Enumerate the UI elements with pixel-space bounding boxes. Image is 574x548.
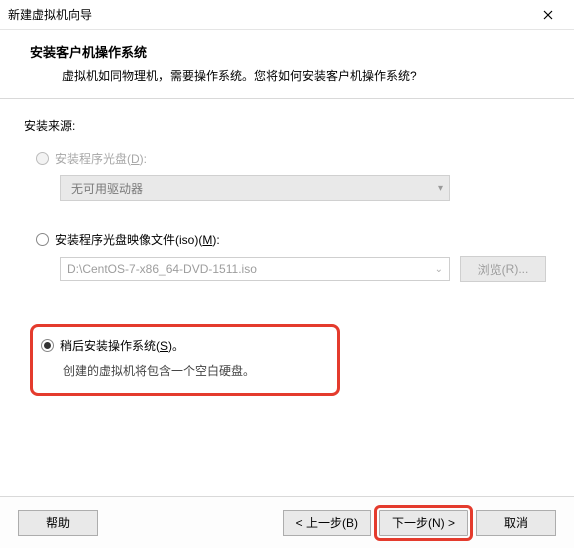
close-icon	[543, 10, 553, 20]
window-title: 新建虚拟机向导	[8, 6, 92, 23]
option-install-later[interactable]: 稍后安装操作系统(S)。	[41, 337, 323, 354]
page-heading: 安装客户机操作系统	[30, 42, 550, 61]
highlighted-option: 稍后安装操作系统(S)。 创建的虚拟机将包含一个空白硬盘。	[30, 324, 340, 396]
help-button[interactable]: 帮助	[18, 510, 98, 536]
chevron-down-icon: ⌄	[435, 264, 443, 275]
iso-path-value: D:\CentOS-7-x86_64-DVD-1511.iso	[67, 262, 257, 276]
radio-installer-disc	[36, 152, 49, 165]
radio-install-later[interactable]	[41, 339, 54, 352]
wizard-body: 安装来源: 安装程序光盘(D): 无可用驱动器 ▾ 安装程序光盘映像文件(iso…	[0, 99, 574, 396]
option-install-later-label: 稍后安装操作系统(S)。	[60, 337, 184, 354]
close-button[interactable]	[528, 1, 568, 29]
iso-path-input: D:\CentOS-7-x86_64-DVD-1511.iso ⌄	[60, 257, 450, 281]
next-button[interactable]: 下一步(N) >	[379, 510, 468, 536]
install-source-label: 安装来源:	[24, 117, 550, 134]
wizard-footer: 帮助 < 上一步(B) 下一步(N) > 取消	[0, 496, 574, 548]
back-button[interactable]: < 上一步(B)	[283, 510, 371, 536]
cancel-button[interactable]: 取消	[476, 510, 556, 536]
drive-combobox: 无可用驱动器 ▾	[60, 175, 450, 201]
option-installer-disc-label: 安装程序光盘(D):	[55, 150, 147, 167]
wizard-header: 安装客户机操作系统 虚拟机如同物理机，需要操作系统。您将如何安装客户机操作系统?	[0, 30, 574, 99]
drive-combobox-value: 无可用驱动器	[71, 180, 143, 197]
chevron-down-icon: ▾	[438, 183, 443, 194]
page-subheading: 虚拟机如同物理机，需要操作系统。您将如何安装客户机操作系统?	[62, 67, 550, 84]
title-bar: 新建虚拟机向导	[0, 0, 574, 30]
radio-installer-iso[interactable]	[36, 233, 49, 246]
browse-button: 浏览(R)...	[460, 256, 546, 282]
option-installer-iso[interactable]: 安装程序光盘映像文件(iso)(M):	[36, 231, 550, 248]
option-installer-iso-label: 安装程序光盘映像文件(iso)(M):	[55, 231, 220, 248]
option-installer-disc: 安装程序光盘(D):	[36, 150, 550, 167]
install-later-hint: 创建的虚拟机将包含一个空白硬盘。	[63, 362, 323, 379]
